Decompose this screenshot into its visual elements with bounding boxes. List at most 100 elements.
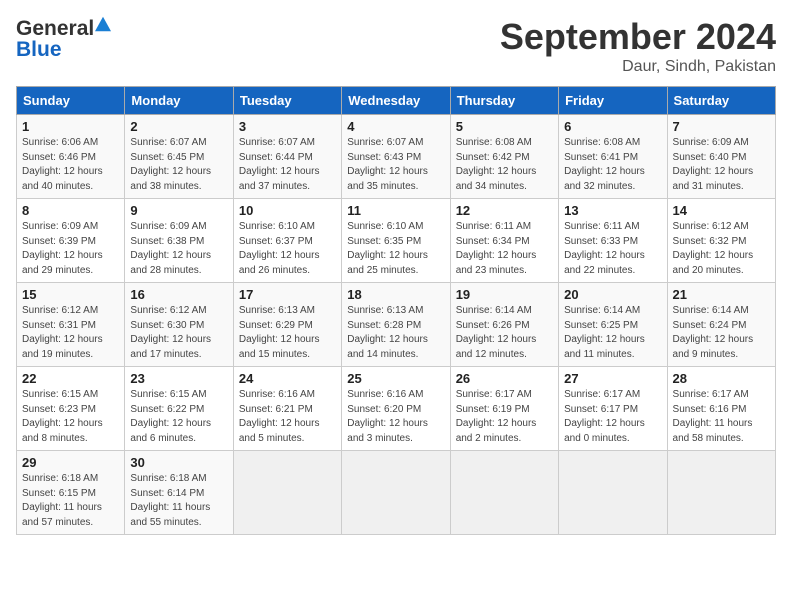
day-info: Sunrise: 6:11 AM Sunset: 6:34 PM Dayligh… [456, 220, 553, 278]
table-row: 11 Sunrise: 6:10 AM Sunset: 6:35 PM Dayl… [342, 199, 450, 283]
table-row: 10 Sunrise: 6:10 AM Sunset: 6:37 PM Dayl… [233, 199, 341, 283]
table-row: 28 Sunrise: 6:17 AM Sunset: 6:16 PM Dayl… [667, 367, 775, 451]
day-number: 16 [130, 287, 227, 302]
day-number: 1 [22, 119, 119, 134]
day-number: 27 [564, 371, 661, 386]
table-row: 16 Sunrise: 6:12 AM Sunset: 6:30 PM Dayl… [125, 283, 233, 367]
table-row: 29 Sunrise: 6:18 AM Sunset: 6:15 PM Dayl… [17, 451, 125, 535]
day-info: Sunrise: 6:07 AM Sunset: 6:45 PM Dayligh… [130, 136, 227, 194]
logo-blue-label: Blue [16, 38, 111, 62]
day-info: Sunrise: 6:07 AM Sunset: 6:44 PM Dayligh… [239, 136, 336, 194]
day-number: 28 [673, 371, 770, 386]
table-row: 19 Sunrise: 6:14 AM Sunset: 6:26 PM Dayl… [450, 283, 558, 367]
day-info: Sunrise: 6:16 AM Sunset: 6:20 PM Dayligh… [347, 388, 444, 446]
table-row: 20 Sunrise: 6:14 AM Sunset: 6:25 PM Dayl… [559, 283, 667, 367]
day-info: Sunrise: 6:12 AM Sunset: 6:30 PM Dayligh… [130, 304, 227, 362]
day-info: Sunrise: 6:17 AM Sunset: 6:19 PM Dayligh… [456, 388, 553, 446]
col-friday: Friday [559, 87, 667, 115]
col-monday: Monday [125, 87, 233, 115]
col-thursday: Thursday [450, 87, 558, 115]
table-row [342, 451, 450, 535]
location-title: Daur, Sindh, Pakistan [500, 58, 776, 76]
page-header: General Blue September 2024 Daur, Sindh,… [16, 16, 776, 76]
day-number: 12 [456, 203, 553, 218]
day-info: Sunrise: 6:18 AM Sunset: 6:15 PM Dayligh… [22, 472, 119, 530]
table-row: 24 Sunrise: 6:16 AM Sunset: 6:21 PM Dayl… [233, 367, 341, 451]
table-row: 1 Sunrise: 6:06 AM Sunset: 6:46 PM Dayli… [17, 115, 125, 199]
day-info: Sunrise: 6:12 AM Sunset: 6:32 PM Dayligh… [673, 220, 770, 278]
day-info: Sunrise: 6:14 AM Sunset: 6:24 PM Dayligh… [673, 304, 770, 362]
day-info: Sunrise: 6:15 AM Sunset: 6:23 PM Dayligh… [22, 388, 119, 446]
day-number: 25 [347, 371, 444, 386]
day-info: Sunrise: 6:10 AM Sunset: 6:37 PM Dayligh… [239, 220, 336, 278]
day-number: 22 [22, 371, 119, 386]
day-number: 3 [239, 119, 336, 134]
table-row: 6 Sunrise: 6:08 AM Sunset: 6:41 PM Dayli… [559, 115, 667, 199]
day-info: Sunrise: 6:14 AM Sunset: 6:26 PM Dayligh… [456, 304, 553, 362]
day-info: Sunrise: 6:13 AM Sunset: 6:29 PM Dayligh… [239, 304, 336, 362]
day-info: Sunrise: 6:11 AM Sunset: 6:33 PM Dayligh… [564, 220, 661, 278]
day-info: Sunrise: 6:13 AM Sunset: 6:28 PM Dayligh… [347, 304, 444, 362]
day-number: 10 [239, 203, 336, 218]
day-number: 4 [347, 119, 444, 134]
day-info: Sunrise: 6:17 AM Sunset: 6:16 PM Dayligh… [673, 388, 770, 446]
calendar-table: Sunday Monday Tuesday Wednesday Thursday… [16, 86, 776, 535]
table-row: 17 Sunrise: 6:13 AM Sunset: 6:29 PM Dayl… [233, 283, 341, 367]
table-row: 15 Sunrise: 6:12 AM Sunset: 6:31 PM Dayl… [17, 283, 125, 367]
table-row: 23 Sunrise: 6:15 AM Sunset: 6:22 PM Dayl… [125, 367, 233, 451]
month-title: September 2024 [500, 16, 776, 58]
table-row [667, 451, 775, 535]
day-info: Sunrise: 6:12 AM Sunset: 6:31 PM Dayligh… [22, 304, 119, 362]
day-number: 5 [456, 119, 553, 134]
table-row [233, 451, 341, 535]
day-number: 9 [130, 203, 227, 218]
day-number: 18 [347, 287, 444, 302]
day-number: 24 [239, 371, 336, 386]
day-number: 21 [673, 287, 770, 302]
day-info: Sunrise: 6:06 AM Sunset: 6:46 PM Dayligh… [22, 136, 119, 194]
table-row: 4 Sunrise: 6:07 AM Sunset: 6:43 PM Dayli… [342, 115, 450, 199]
table-row: 26 Sunrise: 6:17 AM Sunset: 6:19 PM Dayl… [450, 367, 558, 451]
table-row: 14 Sunrise: 6:12 AM Sunset: 6:32 PM Dayl… [667, 199, 775, 283]
title-block: September 2024 Daur, Sindh, Pakistan [500, 16, 776, 76]
day-number: 23 [130, 371, 227, 386]
logo: General Blue [16, 16, 111, 62]
day-number: 15 [22, 287, 119, 302]
day-info: Sunrise: 6:17 AM Sunset: 6:17 PM Dayligh… [564, 388, 661, 446]
table-row: 18 Sunrise: 6:13 AM Sunset: 6:28 PM Dayl… [342, 283, 450, 367]
table-row: 8 Sunrise: 6:09 AM Sunset: 6:39 PM Dayli… [17, 199, 125, 283]
day-number: 26 [456, 371, 553, 386]
table-row: 27 Sunrise: 6:17 AM Sunset: 6:17 PM Dayl… [559, 367, 667, 451]
day-number: 6 [564, 119, 661, 134]
table-row: 9 Sunrise: 6:09 AM Sunset: 6:38 PM Dayli… [125, 199, 233, 283]
table-row: 5 Sunrise: 6:08 AM Sunset: 6:42 PM Dayli… [450, 115, 558, 199]
day-info: Sunrise: 6:16 AM Sunset: 6:21 PM Dayligh… [239, 388, 336, 446]
table-row: 21 Sunrise: 6:14 AM Sunset: 6:24 PM Dayl… [667, 283, 775, 367]
day-number: 11 [347, 203, 444, 218]
day-number: 17 [239, 287, 336, 302]
day-number: 2 [130, 119, 227, 134]
table-row [450, 451, 558, 535]
day-info: Sunrise: 6:15 AM Sunset: 6:22 PM Dayligh… [130, 388, 227, 446]
logo-arrow-icon [95, 16, 111, 32]
col-wednesday: Wednesday [342, 87, 450, 115]
day-number: 8 [22, 203, 119, 218]
table-row: 22 Sunrise: 6:15 AM Sunset: 6:23 PM Dayl… [17, 367, 125, 451]
day-info: Sunrise: 6:09 AM Sunset: 6:38 PM Dayligh… [130, 220, 227, 278]
calendar-header-row: Sunday Monday Tuesday Wednesday Thursday… [17, 87, 776, 115]
day-info: Sunrise: 6:18 AM Sunset: 6:14 PM Dayligh… [130, 472, 227, 530]
table-row: 2 Sunrise: 6:07 AM Sunset: 6:45 PM Dayli… [125, 115, 233, 199]
day-info: Sunrise: 6:07 AM Sunset: 6:43 PM Dayligh… [347, 136, 444, 194]
table-row: 25 Sunrise: 6:16 AM Sunset: 6:20 PM Dayl… [342, 367, 450, 451]
day-info: Sunrise: 6:09 AM Sunset: 6:40 PM Dayligh… [673, 136, 770, 194]
col-sunday: Sunday [17, 87, 125, 115]
logo-general-label: General [16, 18, 94, 39]
day-number: 14 [673, 203, 770, 218]
table-row [559, 451, 667, 535]
day-number: 20 [564, 287, 661, 302]
col-saturday: Saturday [667, 87, 775, 115]
table-row: 13 Sunrise: 6:11 AM Sunset: 6:33 PM Dayl… [559, 199, 667, 283]
table-row: 3 Sunrise: 6:07 AM Sunset: 6:44 PM Dayli… [233, 115, 341, 199]
table-row: 7 Sunrise: 6:09 AM Sunset: 6:40 PM Dayli… [667, 115, 775, 199]
col-tuesday: Tuesday [233, 87, 341, 115]
